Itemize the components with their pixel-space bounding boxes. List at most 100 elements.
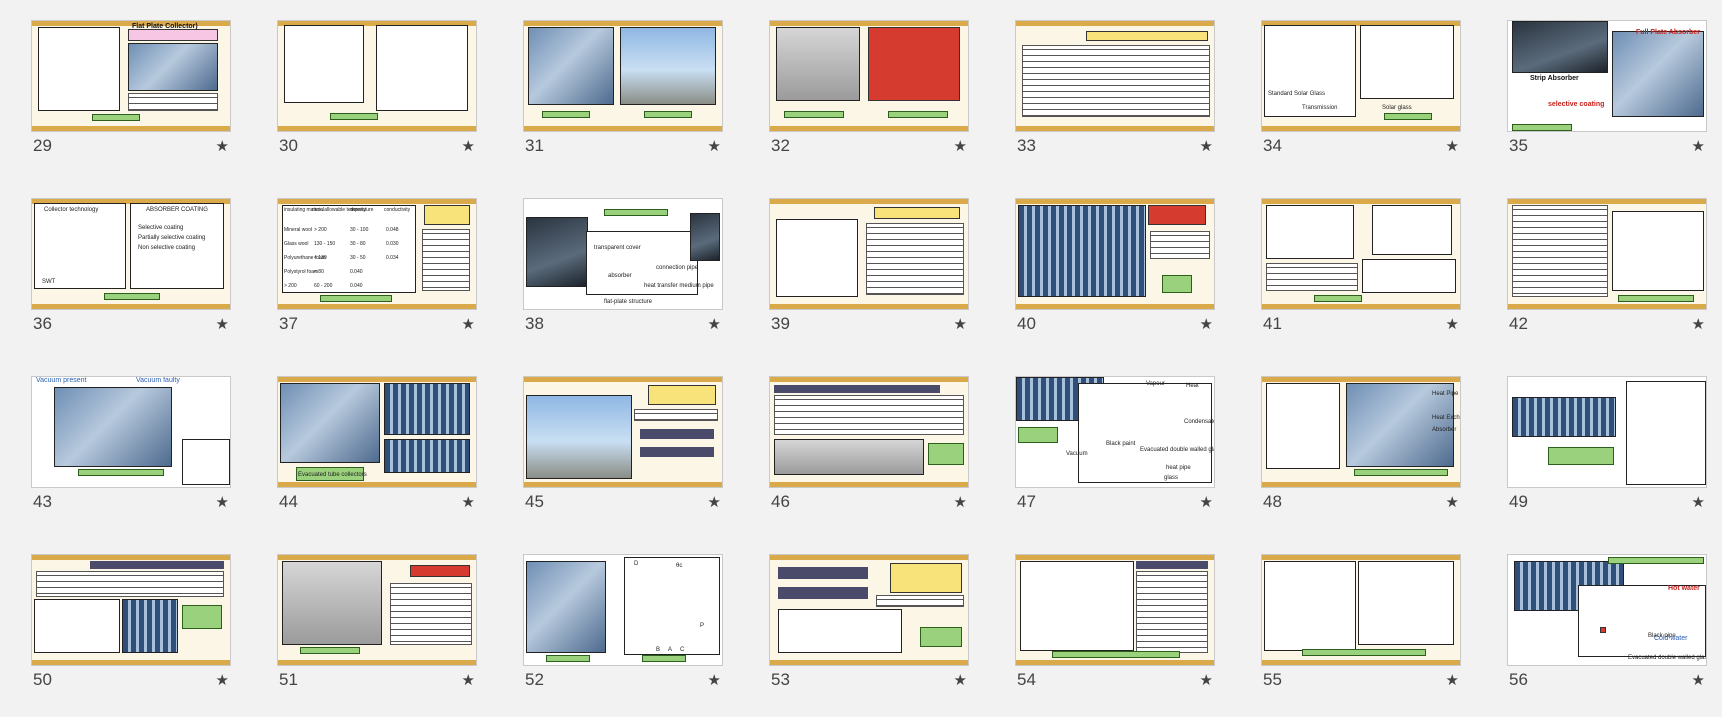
- slide-thumbnail[interactable]: [1015, 20, 1215, 132]
- slide-number: 30: [279, 136, 298, 155]
- slide-cell-31[interactable]: 31 ★: [523, 20, 723, 170]
- slide-thumbnail[interactable]: [769, 198, 969, 310]
- star-icon[interactable]: ★: [462, 137, 475, 155]
- thumbnail-graphic: [410, 565, 470, 577]
- slide-thumbnail[interactable]: [769, 554, 969, 666]
- slide-cell-44[interactable]: Evacuated tube collectors 44 ★: [277, 376, 477, 526]
- slide-cell-39[interactable]: 39 ★: [769, 198, 969, 348]
- slide-thumbnail[interactable]: [1507, 198, 1707, 310]
- slide-cell-38[interactable]: transparent cover absorber connection pipe…: [523, 198, 723, 348]
- star-icon[interactable]: ★: [1446, 137, 1459, 155]
- slide-thumbnail[interactable]: Collector technology ABSORBER COATING Sele…: [31, 198, 231, 310]
- slide-number: 53: [771, 670, 790, 689]
- slide-cell-49[interactable]: 49 ★: [1507, 376, 1707, 526]
- star-icon[interactable]: ★: [1692, 493, 1705, 511]
- thumbnail-graphic: [542, 111, 590, 118]
- slide-cell-33[interactable]: 33 ★: [1015, 20, 1215, 170]
- slide-cell-53[interactable]: 53 ★: [769, 554, 969, 704]
- star-icon[interactable]: ★: [1200, 671, 1213, 689]
- slide-cell-30[interactable]: 30 ★: [277, 20, 477, 170]
- star-icon[interactable]: ★: [216, 671, 229, 689]
- thumbnail-caption: Evacuated tube collectors: [298, 472, 367, 478]
- star-icon[interactable]: ★: [462, 493, 475, 511]
- thumbnail-graphic: [282, 561, 382, 645]
- star-icon[interactable]: ★: [216, 137, 229, 155]
- star-icon[interactable]: ★: [708, 137, 721, 155]
- slide-thumbnail[interactable]: insulating material max. allowable temper…: [277, 198, 477, 310]
- slide-thumbnail[interactable]: Vapour Heat Condensate Black paint Vacuum Eva…: [1015, 376, 1215, 488]
- slide-cell-37[interactable]: insulating material max. allowable temper…: [277, 198, 477, 348]
- slide-thumbnail[interactable]: [1015, 198, 1215, 310]
- slide-thumbnail[interactable]: [769, 376, 969, 488]
- slide-cell-56[interactable]: Black pipeEvacuated double walled glass …: [1507, 554, 1707, 704]
- slide-cell-50[interactable]: 50 ★: [31, 554, 231, 704]
- star-icon[interactable]: ★: [1692, 315, 1705, 333]
- star-icon[interactable]: ★: [462, 671, 475, 689]
- star-icon[interactable]: ★: [1692, 137, 1705, 155]
- star-icon[interactable]: ★: [1200, 137, 1213, 155]
- slide-thumbnail[interactable]: [1507, 376, 1707, 488]
- slide-thumbnail[interactable]: [31, 554, 231, 666]
- slide-cell-29[interactable]: Flat Plate Collector) 29 ★: [31, 20, 231, 170]
- slide-thumbnail[interactable]: [277, 554, 477, 666]
- thumbnail-graphic: [644, 111, 692, 118]
- slide-cell-46[interactable]: 46 ★: [769, 376, 969, 526]
- thumbnail-graphic: [34, 203, 126, 289]
- thumbnail-graphic: [90, 561, 224, 569]
- thumbnail-caption: Transmission: [1302, 105, 1338, 111]
- star-icon[interactable]: ★: [1446, 315, 1459, 333]
- slide-thumbnail[interactable]: [277, 20, 477, 132]
- star-icon[interactable]: ★: [708, 493, 721, 511]
- slide-cell-41[interactable]: 41 ★: [1261, 198, 1461, 348]
- slide-cell-36[interactable]: Collector technology ABSORBER COATING Sele…: [31, 198, 231, 348]
- slide-number: 47: [1017, 492, 1036, 511]
- slide-cell-42[interactable]: 42 ★: [1507, 198, 1707, 348]
- star-icon[interactable]: ★: [1200, 493, 1213, 511]
- slide-cell-54[interactable]: 54 ★: [1015, 554, 1215, 704]
- slide-thumbnail[interactable]: Flat Plate Collector): [31, 20, 231, 132]
- slide-cell-51[interactable]: 51 ★: [277, 554, 477, 704]
- star-icon[interactable]: ★: [954, 493, 967, 511]
- slide-thumbnail[interactable]: [523, 20, 723, 132]
- star-icon[interactable]: ★: [1446, 493, 1459, 511]
- slide-thumbnail[interactable]: Full Plate Absorber Strip Absorber selecti…: [1507, 20, 1707, 132]
- star-icon[interactable]: ★: [708, 671, 721, 689]
- slide-cell-34[interactable]: Standard Solar Glass Solar glass Transmiss…: [1261, 20, 1461, 170]
- slide-cell-32[interactable]: 32 ★: [769, 20, 969, 170]
- slide-cell-45[interactable]: 45 ★: [523, 376, 723, 526]
- star-icon[interactable]: ★: [216, 493, 229, 511]
- thumbnail-graphic: [1578, 585, 1706, 657]
- star-icon[interactable]: ★: [708, 315, 721, 333]
- slide-thumbnail[interactable]: [1261, 554, 1461, 666]
- slide-thumbnail[interactable]: Evacuated tube collectors: [277, 376, 477, 488]
- slide-cell-52[interactable]: Dθc B A C P 52 ★: [523, 554, 723, 704]
- slide-cell-48[interactable]: Heat Pipe Heat Exchanger Absorber 48 ★: [1261, 376, 1461, 526]
- slide-cell-35[interactable]: Full Plate Absorber Strip Absorber selecti…: [1507, 20, 1707, 170]
- star-icon[interactable]: ★: [1200, 315, 1213, 333]
- star-icon[interactable]: ★: [216, 315, 229, 333]
- slide-thumbnail[interactable]: Dθc B A C P: [523, 554, 723, 666]
- star-icon[interactable]: ★: [1446, 671, 1459, 689]
- star-icon[interactable]: ★: [954, 315, 967, 333]
- slide-thumbnail[interactable]: Vacuum present Vacuum faulty: [31, 376, 231, 488]
- slide-thumbnail[interactable]: Standard Solar Glass Solar glass Transmiss…: [1261, 20, 1461, 132]
- slide-thumbnail[interactable]: Black pipeEvacuated double walled glass …: [1507, 554, 1707, 666]
- star-icon[interactable]: ★: [1692, 671, 1705, 689]
- table-cell: < 130: [314, 255, 327, 261]
- slide-thumbnail[interactable]: transparent cover absorber connection pipe…: [523, 198, 723, 310]
- thumbnail-graphic: [1148, 205, 1206, 225]
- slide-thumbnail[interactable]: [1261, 198, 1461, 310]
- thumbnail-graphic: [1266, 383, 1340, 469]
- slide-cell-47[interactable]: Vapour Heat Condensate Black paint Vacuum Eva…: [1015, 376, 1215, 526]
- slide-cell-40[interactable]: 40 ★: [1015, 198, 1215, 348]
- star-icon[interactable]: ★: [954, 137, 967, 155]
- slide-cell-43[interactable]: Vacuum present Vacuum faulty 43 ★: [31, 376, 231, 526]
- star-icon[interactable]: ★: [954, 671, 967, 689]
- thumbnail-caption: connection pipe: [656, 265, 699, 271]
- slide-thumbnail[interactable]: [523, 376, 723, 488]
- star-icon[interactable]: ★: [462, 315, 475, 333]
- slide-cell-55[interactable]: 55 ★: [1261, 554, 1461, 704]
- slide-thumbnail[interactable]: [769, 20, 969, 132]
- slide-thumbnail[interactable]: [1015, 554, 1215, 666]
- slide-thumbnail[interactable]: Heat Pipe Heat Exchanger Absorber: [1261, 376, 1461, 488]
